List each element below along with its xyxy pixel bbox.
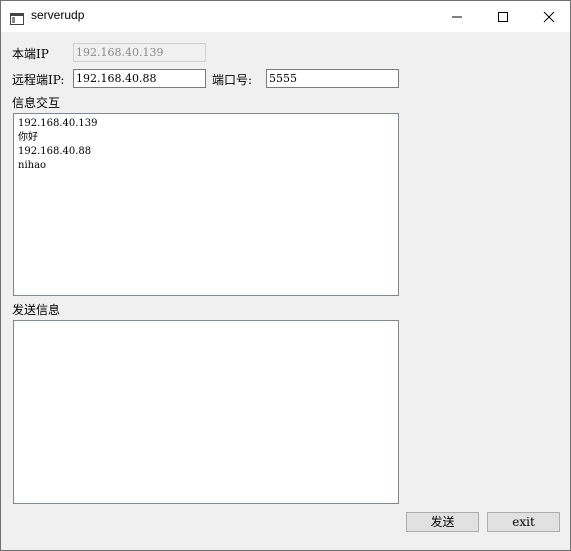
remote-ip-label: 远程端IP:	[12, 73, 65, 87]
send-button[interactable]: 发送	[406, 512, 479, 532]
exchange-line: 192.168.40.88	[18, 146, 92, 157]
window-title: serverudp	[31, 8, 85, 22]
port-label: 端口号:	[212, 73, 253, 87]
exchange-line: nihao	[18, 160, 47, 171]
minimize-button[interactable]	[434, 1, 480, 32]
window-icon	[10, 10, 24, 25]
exchange-line: 192.168.40.139	[18, 118, 98, 129]
maximize-button[interactable]	[480, 1, 526, 32]
send-info-textarea[interactable]	[13, 320, 399, 504]
minimize-icon	[452, 16, 462, 18]
remote-ip-field[interactable]: 192.168.40.88	[73, 69, 206, 88]
exit-button[interactable]: exit	[487, 512, 560, 532]
exchange-line: 你好	[18, 132, 38, 143]
close-icon	[543, 11, 555, 23]
send-info-label: 发送信息	[12, 303, 61, 317]
maximize-icon	[498, 12, 508, 22]
exchange-label: 信息交互	[12, 96, 61, 110]
app-window: serverudp 本端IP 192.168.40.139 远程端IP: 192…	[0, 0, 571, 551]
title-bar[interactable]: serverudp	[1, 1, 570, 32]
local-ip-field: 192.168.40.139	[73, 43, 206, 62]
close-button[interactable]	[526, 1, 571, 32]
port-field[interactable]: 5555	[266, 69, 399, 88]
exchange-textarea[interactable]: 192.168.40.139 你好 192.168.40.88 nihao	[13, 113, 399, 296]
local-ip-label: 本端IP	[12, 47, 49, 61]
